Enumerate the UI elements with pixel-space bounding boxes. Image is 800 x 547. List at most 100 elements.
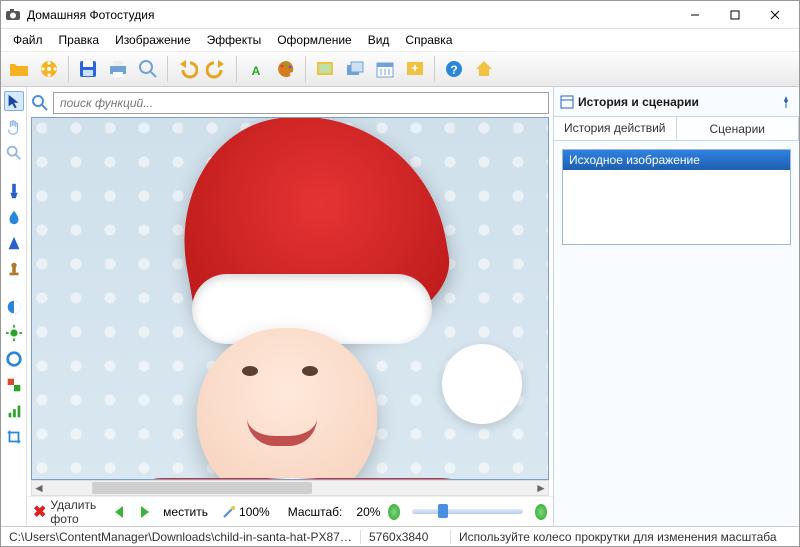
zoom-slider-knob[interactable] <box>438 504 448 518</box>
print-button[interactable] <box>104 55 132 83</box>
tab-scenarios[interactable]: Сценарии <box>677 117 800 140</box>
wand-icon <box>222 505 236 519</box>
help-button[interactable]: ? <box>440 55 468 83</box>
canvas-horizontal-scrollbar[interactable]: ◄ ► <box>31 480 549 496</box>
maximize-button[interactable] <box>715 1 755 29</box>
frame-icon <box>314 58 336 80</box>
menu-file[interactable]: Файл <box>5 31 51 49</box>
save-button[interactable] <box>74 55 102 83</box>
pointer-tool-icon <box>5 92 23 110</box>
scale-label: Масштаб: <box>288 505 343 519</box>
frame-button[interactable] <box>311 55 339 83</box>
photo-preview <box>32 118 548 479</box>
calendar-button[interactable] <box>371 55 399 83</box>
pointer-tool-button[interactable] <box>4 91 24 111</box>
palette-button[interactable] <box>272 55 300 83</box>
menu-image[interactable]: Изображение <box>107 31 199 49</box>
svg-text:A: A <box>252 64 261 78</box>
titlebar: Домашняя Фотостудия <box>1 1 799 29</box>
hue-tool-button[interactable] <box>4 349 24 369</box>
stamp-tool-icon <box>5 260 23 278</box>
zoom-out-button[interactable] <box>388 504 400 520</box>
tab-history[interactable]: История действий <box>554 117 677 140</box>
home-button[interactable] <box>470 55 498 83</box>
prev-photo-button[interactable] <box>111 502 129 522</box>
undo-icon <box>176 58 198 80</box>
window-title: Домашняя Фотостудия <box>27 8 675 22</box>
brush-tool-button[interactable] <box>4 181 24 201</box>
redo-button[interactable] <box>203 55 231 83</box>
menu-effects[interactable]: Эффекты <box>199 31 270 49</box>
open-folder-icon <box>8 58 30 80</box>
contrast-tool-button[interactable] <box>4 297 24 317</box>
status-tip: Используйте колесо прокрутки для изменен… <box>451 530 799 544</box>
image-canvas[interactable] <box>31 117 549 480</box>
history-item-original[interactable]: Исходное изображение <box>563 150 790 170</box>
sharpen-tool-icon <box>5 234 23 252</box>
drop-tool-button[interactable] <box>4 207 24 227</box>
menubar: Файл Правка Изображение Эффекты Оформлен… <box>1 29 799 51</box>
search-button[interactable] <box>134 55 162 83</box>
redo-icon <box>206 58 228 80</box>
stamp-tool-button[interactable] <box>4 259 24 279</box>
open-folder-button[interactable] <box>5 55 33 83</box>
hand-tool-icon <box>5 118 23 136</box>
zoom-in-button[interactable] <box>535 504 547 520</box>
crop-tool-icon <box>5 428 23 446</box>
exposure-tool-button[interactable] <box>4 323 24 343</box>
menu-design[interactable]: Оформление <box>269 31 359 49</box>
zoom-tool-button[interactable] <box>4 143 24 163</box>
status-file-path: C:\Users\ContentManager\Downloads\child-… <box>1 530 361 544</box>
contrast-tool-icon <box>5 298 23 316</box>
menu-view[interactable]: Вид <box>360 31 398 49</box>
minimize-button[interactable] <box>675 1 715 29</box>
pin-icon[interactable] <box>779 95 793 109</box>
levels-tool-icon <box>5 402 23 420</box>
history-listbox[interactable]: Исходное изображение <box>562 149 791 245</box>
scroll-thumb[interactable] <box>92 482 312 494</box>
right-panel-title: История и сценарии <box>578 95 775 109</box>
zoom-100-button[interactable]: 100% <box>222 505 270 519</box>
scroll-left-arrow-icon[interactable]: ◄ <box>32 481 46 495</box>
delete-photo-button[interactable]: ✖ Удалить фото <box>33 498 103 526</box>
menu-edit[interactable]: Правка <box>51 31 108 49</box>
scale-value: 20% <box>356 505 380 519</box>
text-icon: A <box>245 58 267 80</box>
search-icon <box>31 94 49 112</box>
zoom-tool-icon <box>5 144 23 162</box>
replace-color-tool-icon <box>5 376 23 394</box>
exposure-tool-icon <box>5 324 23 342</box>
search-icon <box>137 58 159 80</box>
effects-reel-icon <box>38 58 60 80</box>
left-toolbox <box>1 87 27 526</box>
canvas-bottom-bar: ✖ Удалить фото местить 100% Масштаб: 20% <box>27 496 553 526</box>
replace-color-tool-button[interactable] <box>4 375 24 395</box>
fit-label[interactable]: местить <box>163 505 208 519</box>
hue-tool-icon <box>5 350 23 368</box>
sparkle-button[interactable] <box>401 55 429 83</box>
levels-tool-button[interactable] <box>4 401 24 421</box>
scroll-right-arrow-icon[interactable]: ► <box>534 481 548 495</box>
close-button[interactable] <box>755 1 795 29</box>
save-icon <box>77 58 99 80</box>
home-icon <box>473 58 495 80</box>
zoom-slider[interactable] <box>412 509 523 514</box>
delete-x-icon: ✖ <box>33 502 46 522</box>
function-search-input[interactable] <box>53 92 549 114</box>
right-panel: История и сценарии История действий Сцен… <box>553 87 799 526</box>
menu-help[interactable]: Справка <box>397 31 460 49</box>
layers-icon <box>344 58 366 80</box>
status-dimensions: 5760x3840 <box>361 530 451 544</box>
hand-tool-button[interactable] <box>4 117 24 137</box>
text-button[interactable]: A <box>242 55 270 83</box>
layers-button[interactable] <box>341 55 369 83</box>
delete-photo-label: Удалить фото <box>50 498 103 526</box>
history-icon <box>560 95 574 109</box>
sharpen-tool-button[interactable] <box>4 233 24 253</box>
undo-button[interactable] <box>173 55 201 83</box>
effects-reel-button[interactable] <box>35 55 63 83</box>
brush-tool-icon <box>5 182 23 200</box>
crop-tool-button[interactable] <box>4 427 24 447</box>
calendar-icon <box>374 58 396 80</box>
next-photo-button[interactable] <box>137 502 155 522</box>
